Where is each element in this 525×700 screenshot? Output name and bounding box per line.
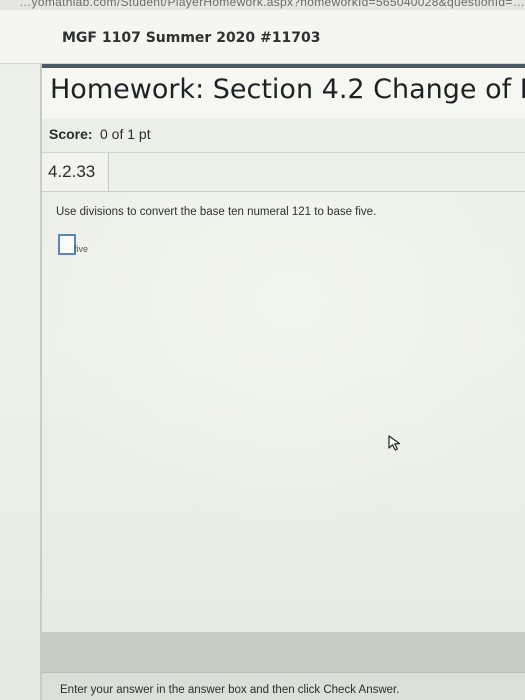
score-row: Score: 0 of 1 pt [42,118,525,153]
mouse-pointer-icon [388,435,401,451]
homework-title-bar: Homework: Section 4.2 Change of Base [42,64,525,119]
score-value: 0 of 1 pt [100,126,151,142]
course-title: MGF 1107 Summer 2020 #11703 [62,30,321,46]
question-area: Use divisions to convert the base ten nu… [42,192,525,632]
screen: …yomathlab.com/Student/PlayerHomework.as… [0,0,525,700]
question-number: 4.2.33 [48,162,96,181]
question-number-row: 4.2.33 [42,153,525,192]
course-header: MGF 1107 Summer 2020 #11703 [0,10,525,64]
url-text: …yomathlab.com/Student/PlayerHomework.as… [19,0,525,9]
footer-bar: Enter your answer in the answer box and … [42,672,525,700]
homework-title: Homework: Section 4.2 Change of Base [50,74,525,105]
answer-base-subscript: five [74,244,89,254]
score-label: Score: [49,126,93,142]
bottom-band [42,632,525,672]
question-number-box: 4.2.33 [42,153,109,191]
footer-instruction: Enter your answer in the answer box and … [60,684,400,696]
question-prompt: Use divisions to convert the base ten nu… [56,206,377,218]
browser-url-strip: …yomathlab.com/Student/PlayerHomework.as… [0,0,525,10]
